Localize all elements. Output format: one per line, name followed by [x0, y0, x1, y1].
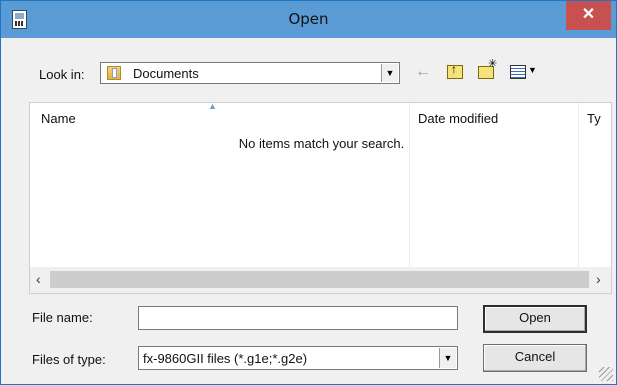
- column-separator: [578, 103, 579, 267]
- file-name-label: File name:: [32, 310, 93, 325]
- up-folder-icon[interactable]: [447, 62, 463, 79]
- empty-list-message: No items match your search.: [238, 136, 405, 151]
- files-of-type-value: fx-9860GII files (*.g1e;*.g2e): [143, 351, 308, 366]
- column-header-date-modified[interactable]: Date modified: [418, 111, 498, 126]
- look-in-value: Documents: [133, 66, 199, 81]
- sort-ascending-icon: ▲: [208, 102, 217, 111]
- column-separator: [409, 103, 410, 267]
- list-header: Name ▲ Date modified Ty: [30, 102, 611, 131]
- files-of-type-dropdown-arrow[interactable]: ▼: [439, 348, 456, 368]
- horizontal-scrollbar[interactable]: ‹ ›: [30, 267, 611, 293]
- documents-folder-icon: [107, 66, 121, 80]
- look-in-dropdown-arrow[interactable]: ▼: [381, 64, 398, 82]
- open-dialog: Open ✕ Look in: Documents ▼ ← ▼ Name ▲ D…: [0, 0, 617, 385]
- files-of-type-dropdown[interactable]: fx-9860GII files (*.g1e;*.g2e) ▼: [138, 346, 458, 370]
- title-bar[interactable]: Open ✕: [1, 1, 616, 38]
- column-header-name[interactable]: Name: [41, 111, 76, 126]
- scroll-right-icon[interactable]: ›: [596, 271, 601, 287]
- look-in-label: Look in:: [39, 67, 85, 82]
- open-button[interactable]: Open: [483, 305, 587, 333]
- view-menu-icon[interactable]: [510, 65, 526, 79]
- column-header-type[interactable]: Ty: [587, 111, 601, 126]
- dialog-title: Open: [288, 10, 329, 28]
- file-list[interactable]: Name ▲ Date modified Ty No items match y…: [29, 102, 612, 294]
- scroll-left-icon[interactable]: ‹: [36, 271, 41, 287]
- scrollbar-thumb[interactable]: [50, 271, 589, 288]
- look-in-dropdown[interactable]: Documents ▼: [100, 62, 400, 84]
- back-arrow-icon[interactable]: ←: [415, 63, 431, 81]
- files-of-type-label: Files of type:: [32, 352, 106, 367]
- file-name-input[interactable]: [138, 306, 458, 330]
- view-menu-dropdown-arrow[interactable]: ▼: [528, 65, 537, 75]
- cancel-button[interactable]: Cancel: [483, 344, 587, 372]
- new-folder-icon[interactable]: [478, 57, 497, 79]
- resize-grip-icon[interactable]: [599, 367, 613, 381]
- close-button[interactable]: ✕: [566, 1, 611, 30]
